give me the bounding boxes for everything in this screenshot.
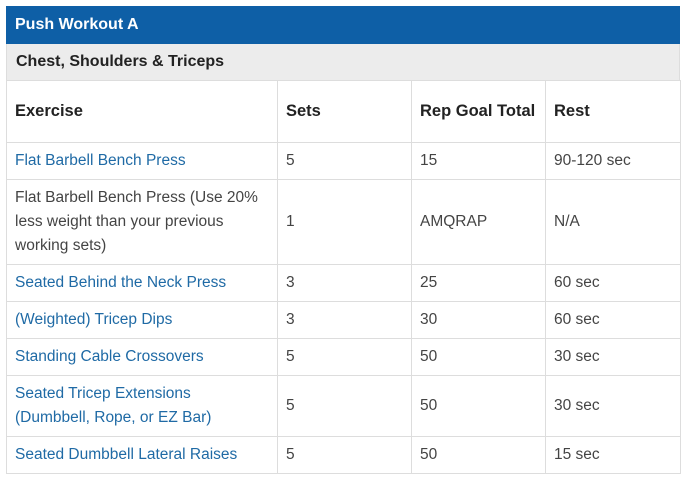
exercise-link[interactable]: Seated Tricep Extensions (Dumbbell, Rope… (15, 385, 211, 426)
rest-cell: 15 sec (545, 436, 681, 474)
table-row: Seated Behind the Neck Press 3 25 60 sec (6, 264, 681, 302)
exercise-cell: Flat Barbell Bench Press (Use 20% less w… (6, 179, 278, 265)
sets-cell: 1 (277, 179, 412, 265)
table-row: Flat Barbell Bench Press 5 15 90-120 sec (6, 142, 681, 180)
reps-cell: 50 (411, 375, 546, 437)
exercise-link[interactable]: Seated Dumbbell Lateral Raises (6, 436, 278, 474)
exercise-link[interactable]: Flat Barbell Bench Press (6, 142, 278, 180)
rest-cell: 30 sec (545, 338, 681, 376)
exercise-cell: Seated Tricep Extensions (Dumbbell, Rope… (6, 375, 278, 437)
sets-cell: 5 (277, 142, 412, 180)
table-row: Standing Cable Crossovers 5 50 30 sec (6, 338, 681, 376)
reps-cell: 50 (411, 436, 546, 474)
rest-cell: 90-120 sec (545, 142, 681, 180)
rest-cell: 60 sec (545, 301, 681, 339)
table-row: Seated Tricep Extensions (Dumbbell, Rope… (6, 375, 681, 437)
reps-cell: 30 (411, 301, 546, 339)
workout-table-container: Push Workout A Chest, Shoulders & Tricep… (6, 6, 681, 474)
reps-cell: 50 (411, 338, 546, 376)
sets-cell: 3 (277, 301, 412, 339)
header-exercise: Exercise (6, 80, 278, 143)
sets-cell: 5 (277, 375, 412, 437)
workout-title: Push Workout A (6, 6, 680, 44)
table-row: Seated Dumbbell Lateral Raises 5 50 15 s… (6, 436, 681, 474)
rest-cell: N/A (545, 179, 681, 265)
exercise-link[interactable]: (Weighted) Tricep Dips (6, 301, 278, 339)
exercise-link[interactable]: Standing Cable Crossovers (6, 338, 278, 376)
header-sets: Sets (277, 80, 412, 143)
reps-cell: 25 (411, 264, 546, 302)
exercise-link[interactable]: Seated Behind the Neck Press (6, 264, 278, 302)
reps-cell: AMQRAP (411, 179, 546, 265)
sets-cell: 5 (277, 436, 412, 474)
header-rest: Rest (545, 80, 681, 143)
table-row: (Weighted) Tricep Dips 3 30 60 sec (6, 301, 681, 339)
workout-table: Exercise Sets Rep Goal Total Rest Flat B… (6, 80, 681, 474)
reps-cell: 15 (411, 142, 546, 180)
rest-cell: 30 sec (545, 375, 681, 437)
header-rep-goal-total: Rep Goal Total (411, 80, 546, 143)
table-row: Flat Barbell Bench Press (Use 20% less w… (6, 179, 681, 265)
workout-subtitle: Chest, Shoulders & Triceps (6, 44, 680, 80)
sets-cell: 5 (277, 338, 412, 376)
rest-cell: 60 sec (545, 264, 681, 302)
table-header-row: Exercise Sets Rep Goal Total Rest (6, 80, 681, 143)
sets-cell: 3 (277, 264, 412, 302)
